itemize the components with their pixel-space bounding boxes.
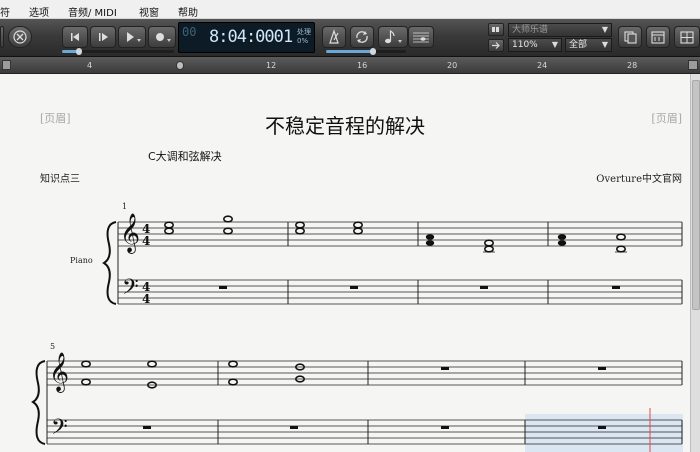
grid-icon (680, 31, 694, 44)
zoom-dropdown[interactable]: 110% ▼ (508, 38, 562, 52)
play-button[interactable] (118, 26, 146, 48)
style-selector-button[interactable] (488, 23, 504, 36)
measure-ruler[interactable]: 4 12 16 20 24 28 (0, 57, 700, 74)
tempo-slider[interactable] (326, 48, 406, 55)
fast-forward-icon (99, 33, 108, 41)
menu-window[interactable]: 视窗 (139, 4, 159, 19)
ruler-tick: 24 (537, 61, 548, 70)
grand-staff-brace (102, 221, 117, 305)
lcd-percent: 0% (297, 37, 309, 45)
rewind-button[interactable] (62, 26, 88, 48)
chevron-down-icon: ▼ (601, 40, 608, 49)
toolbar-edge-button[interactable] (0, 26, 4, 48)
menu-audio-midi[interactable]: 音频/ MIDI (68, 4, 117, 19)
chevron-down-icon: ▼ (601, 25, 608, 34)
score-page[interactable]: [页眉] [页眉] 不稳定音程的解决 C大调和弦解决 知识点三 Overture… (0, 74, 690, 452)
menu-notation[interactable]: 符 (0, 4, 10, 19)
transport-slider-handle[interactable] (76, 48, 82, 55)
play-icon (127, 32, 141, 42)
view-dropdown[interactable]: 全部 ▼ (565, 38, 612, 52)
vertical-scrollbar[interactable] (690, 74, 700, 452)
transport-position-slider[interactable] (62, 48, 174, 55)
staff-icon (413, 32, 429, 43)
transport-toolbar: 大师乐谱 ▼ 110% ▼ 全部 ▼ (0, 19, 700, 57)
chevron-down-icon: ▼ (551, 40, 558, 49)
treble-clef: 𝄞 (120, 213, 140, 254)
score-view-button[interactable] (408, 26, 434, 48)
bass-clef: 𝄢 (51, 415, 68, 445)
position-display: 00 8:04:000 1 处理 0% (178, 22, 315, 53)
ruler-right-handle[interactable] (688, 60, 698, 70)
go-button[interactable] (488, 39, 504, 52)
ruler-left-handle[interactable] (2, 60, 11, 70)
close-button[interactable] (8, 26, 32, 48)
record-icon (156, 33, 171, 42)
zoom-dropdown-value: 110% (512, 40, 538, 50)
menu-help[interactable]: 帮助 (178, 4, 198, 19)
arrow-right-icon (492, 42, 500, 49)
score-notation[interactable]: 𝄞 𝄢 4 4 4 4 𝄞 𝄢 (0, 74, 690, 452)
time-signature-bass: 4 (142, 292, 150, 306)
lcd-status: 处理 0% (297, 28, 311, 46)
eighth-note-icon (385, 29, 402, 44)
tempo-slider-fill (326, 50, 372, 53)
menu-bar: 符 选项 音频/ MIDI 视窗 帮助 (0, 0, 700, 19)
system-1 (117, 221, 683, 305)
note-input-button[interactable] (378, 26, 408, 48)
ruler-tick: 12 (266, 61, 277, 70)
copy-icon (624, 31, 637, 44)
metronome-button[interactable] (322, 26, 346, 48)
lcd-status-text: 处理 (297, 28, 311, 36)
lcd-time: 8:04:000 (209, 27, 284, 47)
whole-rests-bass-1 (219, 286, 620, 289)
grid-view-button[interactable] (674, 26, 700, 48)
loop-icon (356, 31, 368, 43)
metronome-icon (329, 29, 339, 44)
view-dropdown-value: 全部 (569, 40, 588, 50)
lcd-counter: 00 (182, 25, 197, 39)
style-dropdown[interactable]: 大师乐谱 ▼ (508, 23, 612, 37)
ruler-tick: 20 (447, 61, 458, 70)
lcd-beat: 1 (283, 27, 294, 47)
loop-button[interactable] (350, 26, 374, 48)
rewind-icon (71, 33, 79, 41)
layout-icon (492, 27, 499, 32)
ruler-tick: 4 (87, 61, 93, 70)
style-dropdown-value: 大师乐谱 (512, 25, 549, 35)
ruler-tick: 16 (357, 61, 368, 70)
ruler-tick: 28 (627, 61, 638, 70)
scrollbar-thumb[interactable] (692, 80, 700, 310)
bass-clef: 𝄢 (122, 275, 139, 305)
tempo-slider-handle[interactable] (370, 48, 376, 55)
menu-options[interactable]: 选项 (29, 4, 49, 19)
notes-system-2 (81, 360, 305, 389)
calendar-button[interactable] (646, 26, 670, 48)
time-signature-treble: 4 (142, 234, 150, 248)
treble-clef: 𝄞 (49, 352, 69, 393)
copy-button[interactable] (618, 26, 642, 48)
grand-staff-brace (31, 360, 46, 445)
fast-forward-button[interactable] (90, 26, 116, 48)
close-icon (13, 30, 27, 44)
record-button[interactable] (148, 26, 176, 48)
calendar-icon (651, 31, 665, 44)
playhead-marker[interactable] (176, 61, 184, 70)
